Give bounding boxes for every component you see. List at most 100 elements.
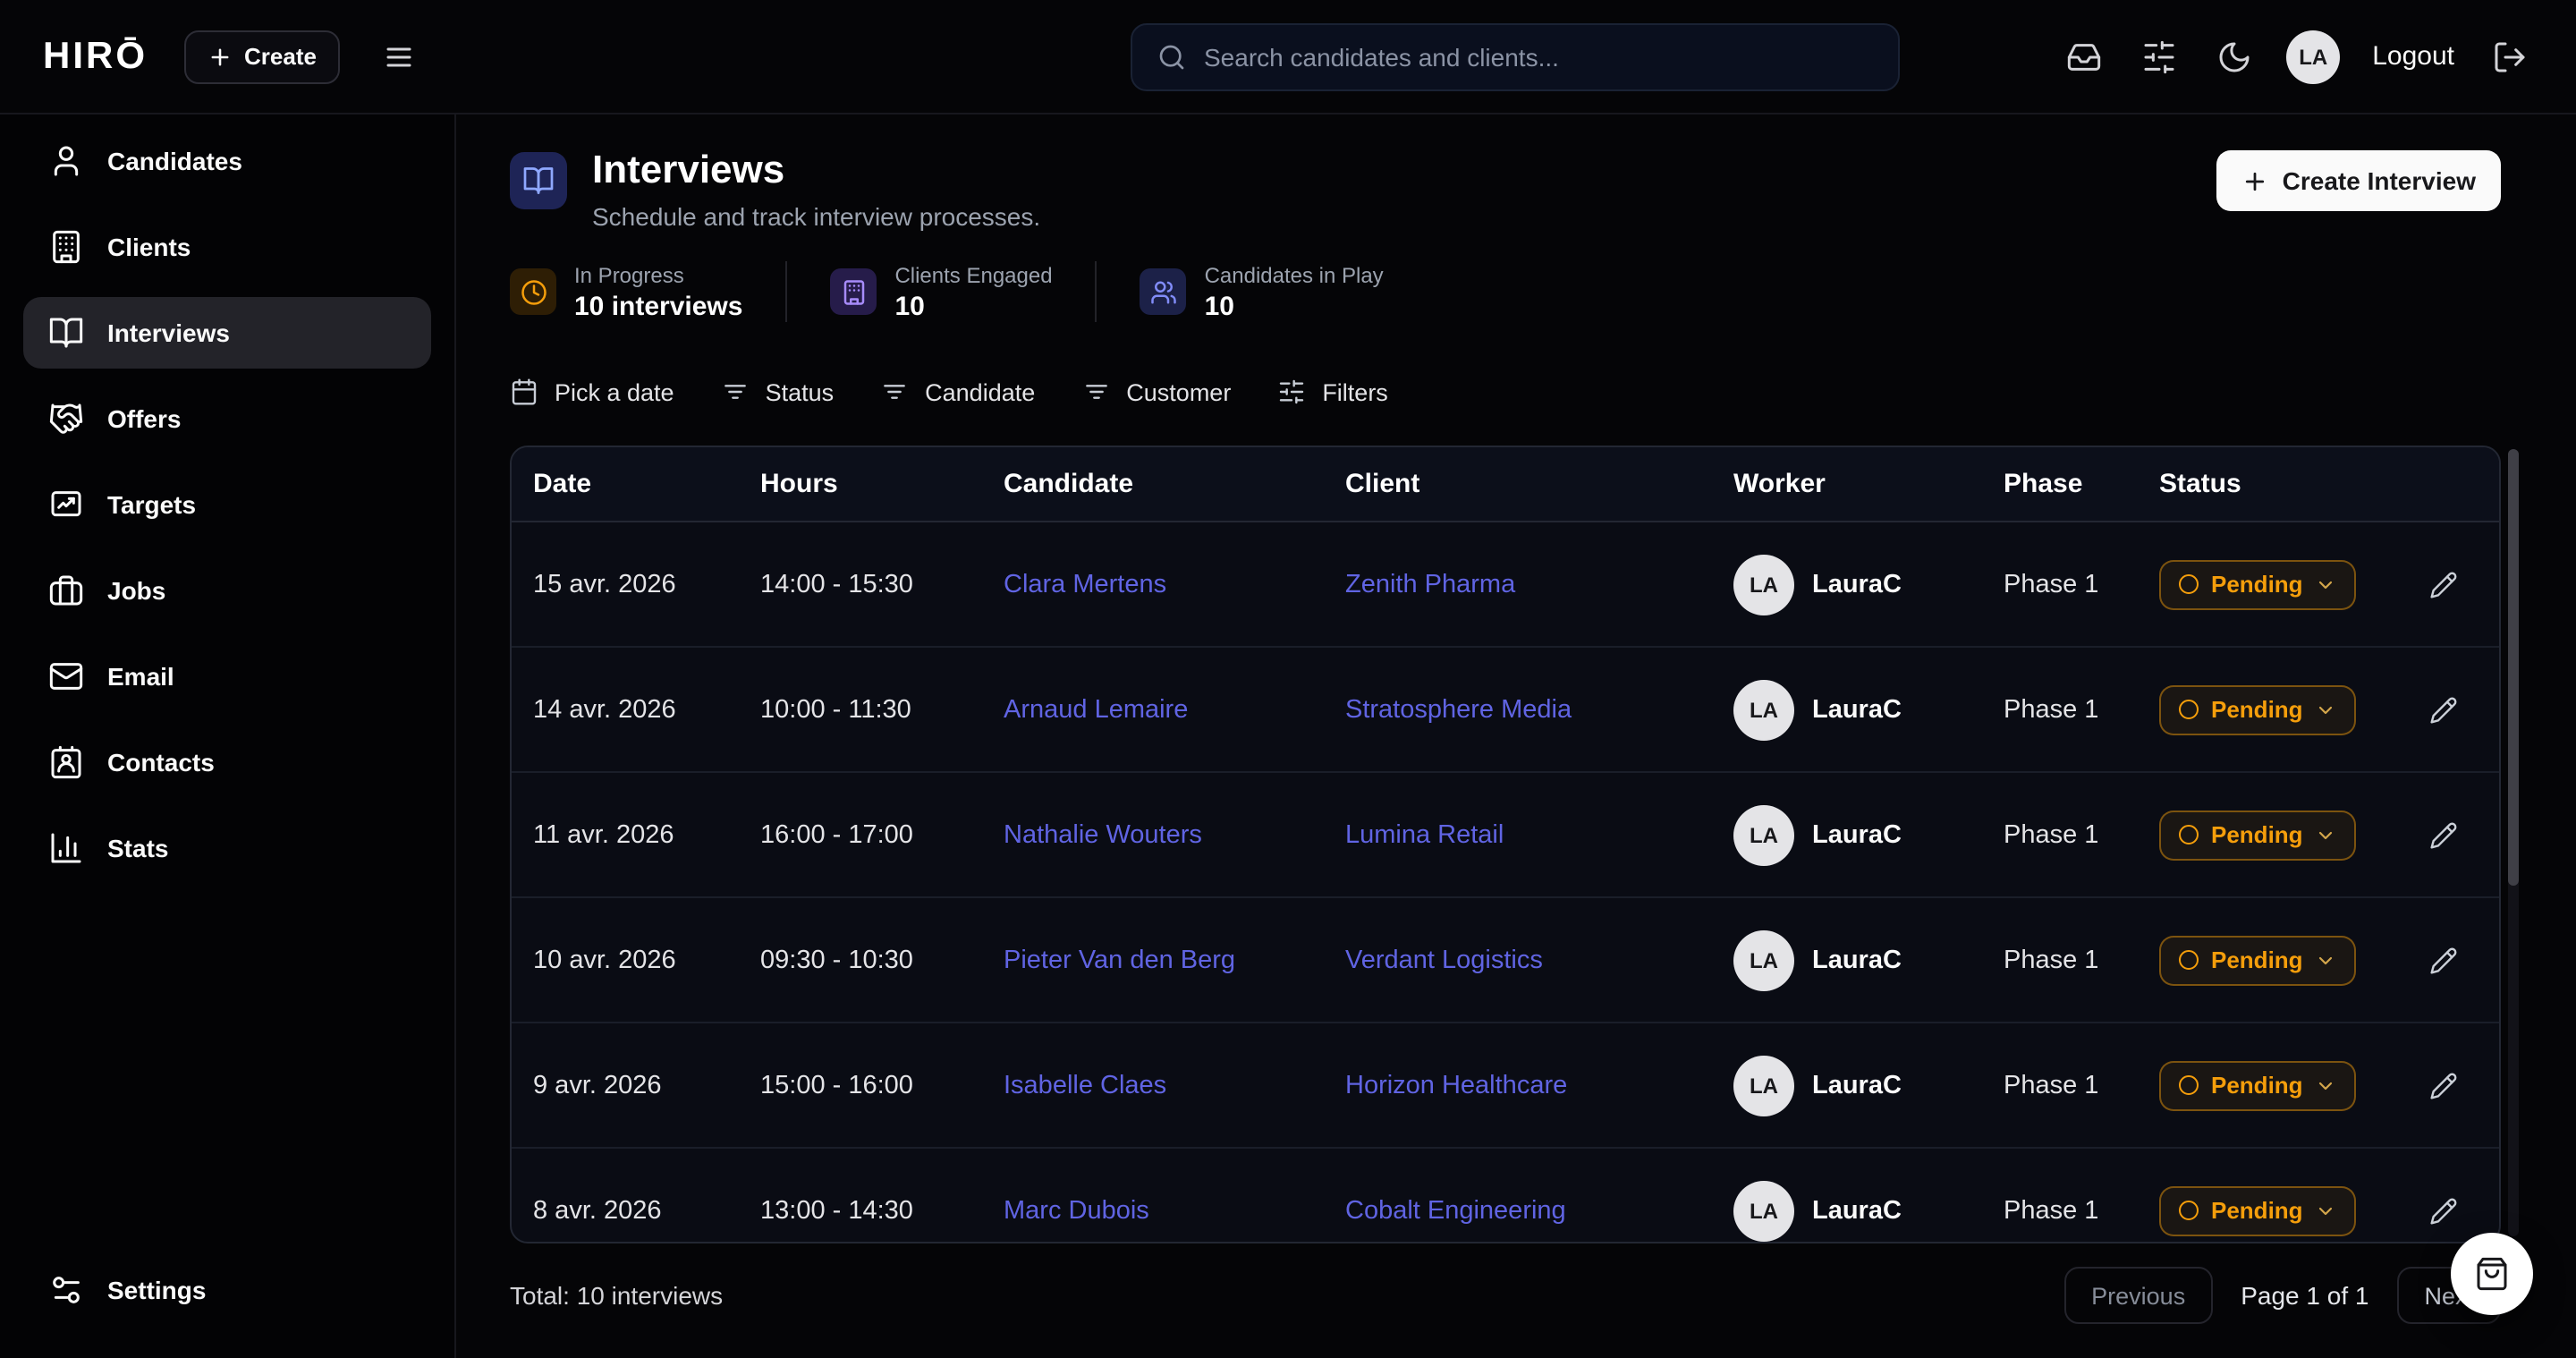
sidebar-item-label: Email (107, 662, 174, 691)
bar-chart-icon (48, 830, 84, 866)
worker-name: LauraC (1812, 570, 1902, 598)
stat-divider (785, 261, 787, 322)
sidebar-item-jobs[interactable]: Jobs (23, 555, 431, 626)
cart-fab-button[interactable] (2451, 1233, 2533, 1315)
interview-phase: Phase 1 (1982, 695, 2138, 724)
status-dropdown[interactable]: Pending (2159, 1185, 2357, 1235)
page-title: Interviews (592, 147, 1040, 193)
candidate-link[interactable]: Isabelle Claes (1004, 1071, 1166, 1099)
topbar-right: LA Logout (2054, 26, 2576, 87)
status-dropdown[interactable]: Pending (2159, 559, 2357, 609)
interview-date: 14 avr. 2026 (512, 695, 739, 724)
chevron-down-icon (2316, 573, 2337, 595)
status-dropdown[interactable]: Pending (2159, 684, 2357, 734)
stat-in-progress: In Progress 10 interviews (510, 262, 742, 321)
sidebar-item-stats[interactable]: Stats (23, 812, 431, 884)
status-dropdown[interactable]: Pending (2159, 1060, 2357, 1110)
global-search[interactable] (1131, 23, 1900, 91)
page-header: Interviews Schedule and track interview … (510, 147, 2501, 231)
table-scrollbar-track[interactable] (2508, 449, 2519, 1236)
logout-icon[interactable] (2479, 26, 2540, 87)
search-input[interactable] (1204, 43, 1873, 72)
previous-page-button[interactable]: Previous (2064, 1267, 2212, 1324)
stat-divider (1096, 261, 1097, 322)
user-avatar[interactable]: LA (2286, 30, 2340, 83)
edit-interview-button[interactable] (2418, 559, 2468, 609)
worker-avatar: LA (1733, 1180, 1794, 1241)
pencil-icon (2428, 946, 2457, 974)
edit-interview-button[interactable] (2418, 1060, 2468, 1110)
column-header-hours: Hours (739, 469, 982, 499)
main-content: Interviews Schedule and track interview … (456, 115, 2576, 1358)
edit-interview-button[interactable] (2418, 1185, 2468, 1235)
sidebar-item-targets[interactable]: Targets (23, 469, 431, 540)
candidate-link[interactable]: Clara Mertens (1004, 570, 1166, 598)
logout-label[interactable]: Logout (2372, 41, 2454, 72)
sidebar-item-label: Interviews (107, 318, 230, 347)
sliders-icon[interactable] (2129, 26, 2190, 87)
pick-date-button[interactable]: Pick a date (510, 378, 674, 406)
worker-name: LauraC (1812, 946, 1902, 974)
customer-filter-button[interactable]: Customer (1081, 378, 1231, 406)
status-circle-icon (2179, 950, 2199, 970)
client-link[interactable]: Cobalt Engineering (1345, 1196, 1566, 1225)
sidebar-item-clients[interactable]: Clients (23, 211, 431, 283)
sidebar-item-label: Contacts (107, 748, 215, 777)
interview-date: 10 avr. 2026 (512, 946, 739, 974)
status-filter-button[interactable]: Status (721, 378, 835, 406)
client-link[interactable]: Stratosphere Media (1345, 695, 1572, 724)
interview-phase: Phase 1 (1982, 1196, 2138, 1225)
edit-interview-button[interactable] (2418, 935, 2468, 985)
status-cell: Pending (2138, 684, 2365, 734)
client-link[interactable]: Lumina Retail (1345, 820, 1504, 849)
dark-mode-moon-icon[interactable] (2204, 26, 2265, 87)
stat-value: 10 interviews (574, 291, 742, 321)
handshake-icon (48, 401, 84, 437)
create-interview-button[interactable]: Create Interview (2216, 150, 2501, 211)
create-button[interactable]: Create (183, 30, 340, 83)
pencil-icon (2428, 1071, 2457, 1099)
chevron-down-icon (2316, 824, 2337, 845)
search-icon (1157, 43, 1186, 72)
edit-interview-button[interactable] (2418, 810, 2468, 860)
app-root: HIRŌ Create (0, 0, 2576, 1358)
candidate-link[interactable]: Pieter Van den Berg (1004, 946, 1235, 974)
status-circle-icon (2179, 825, 2199, 845)
sidebar-item-settings[interactable]: Settings (23, 1254, 431, 1326)
status-dropdown[interactable]: Pending (2159, 810, 2357, 860)
client-link[interactable]: Verdant Logistics (1345, 946, 1543, 974)
sidebar-item-offers[interactable]: Offers (23, 383, 431, 454)
stat-clients-engaged: Clients Engaged 10 (830, 262, 1052, 321)
chart-frame-icon (48, 487, 84, 522)
table-scrollbar-thumb[interactable] (2508, 449, 2519, 886)
worker-avatar: LA (1733, 1055, 1794, 1116)
interview-date: 8 avr. 2026 (512, 1196, 739, 1225)
sidebar-item-interviews[interactable]: Interviews (23, 297, 431, 369)
stat-label: Clients Engaged (894, 262, 1052, 287)
interview-phase: Phase 1 (1982, 946, 2138, 974)
inbox-icon[interactable] (2054, 26, 2114, 87)
candidate-link[interactable]: Marc Dubois (1004, 1196, 1149, 1225)
filters-button[interactable]: Filters (1277, 378, 1388, 406)
create-interview-label: Create Interview (2283, 166, 2476, 195)
worker-name: LauraC (1812, 1196, 1902, 1225)
status-dropdown[interactable]: Pending (2159, 935, 2357, 985)
table-header-row: Date Hours Candidate Client Worker Phase… (512, 447, 2499, 522)
calendar-icon (510, 378, 538, 406)
page-header-left: Interviews Schedule and track interview … (510, 147, 1040, 231)
sidebar-item-candidates[interactable]: Candidates (23, 125, 431, 197)
candidate-link[interactable]: Nathalie Wouters (1004, 820, 1202, 849)
stat-candidates-in-play: Candidates in Play 10 (1140, 262, 1384, 321)
table-row: 11 avr. 2026 16:00 - 17:00 Nathalie Wout… (512, 773, 2499, 898)
menu-icon[interactable] (376, 33, 422, 80)
sidebar-item-contacts[interactable]: Contacts (23, 726, 431, 798)
edit-interview-button[interactable] (2418, 684, 2468, 734)
candidate-filter-button[interactable]: Candidate (880, 378, 1035, 406)
sidebar-item-label: Clients (107, 233, 191, 261)
client-link[interactable]: Horizon Healthcare (1345, 1071, 1567, 1099)
sidebar-item-email[interactable]: Email (23, 641, 431, 712)
candidate-link[interactable]: Arnaud Lemaire (1004, 695, 1188, 724)
interview-hours: 13:00 - 14:30 (739, 1196, 982, 1225)
pencil-icon (2428, 1196, 2457, 1225)
client-link[interactable]: Zenith Pharma (1345, 570, 1515, 598)
